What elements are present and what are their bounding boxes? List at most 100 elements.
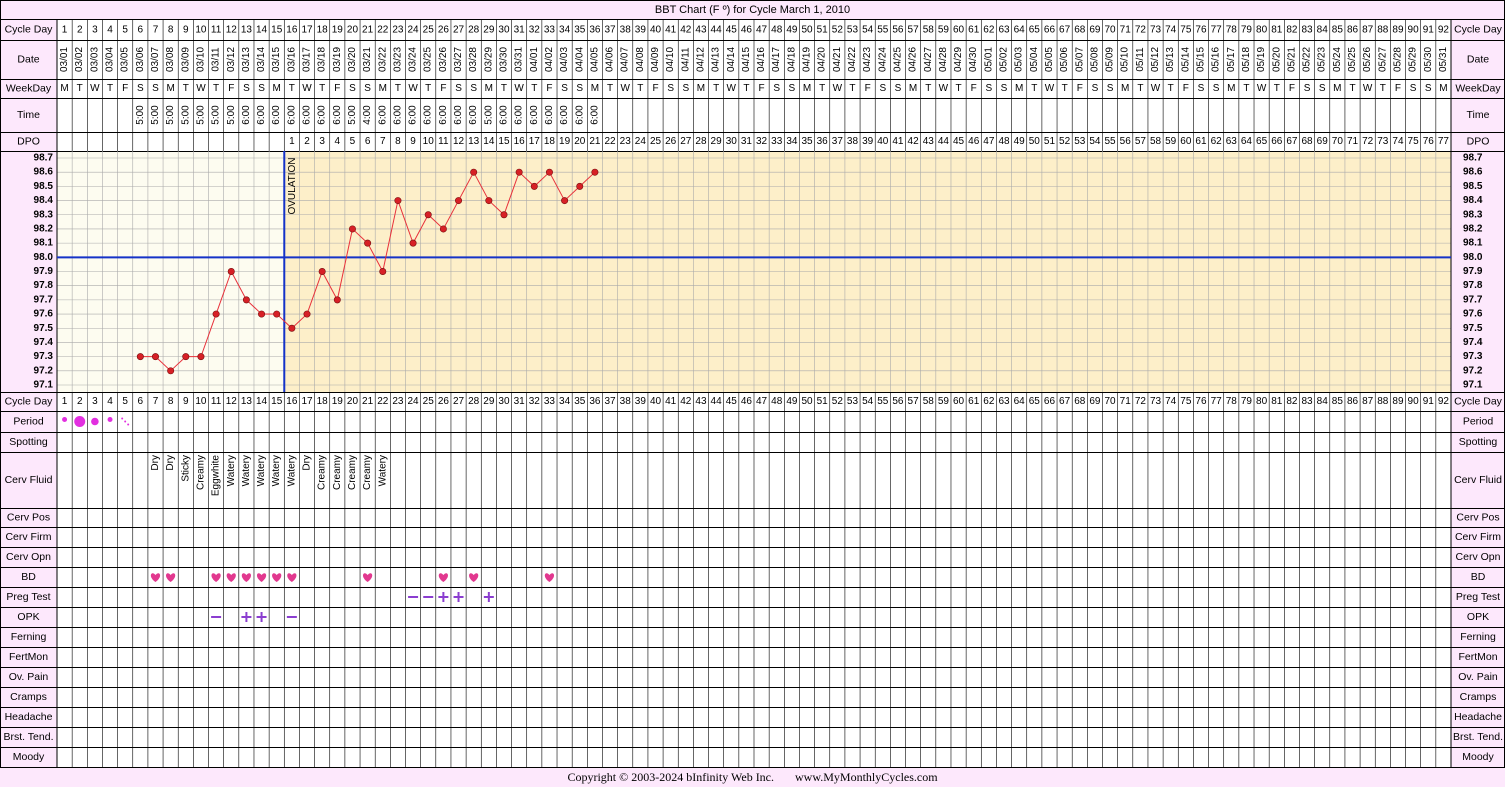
temp-point <box>470 168 478 176</box>
date-label: 03/24 <box>408 47 419 72</box>
weekday-label: W <box>939 83 949 94</box>
weekday-label: F <box>228 83 234 94</box>
cycle-day-number: 61 <box>968 25 980 36</box>
weekday-label: T <box>1168 83 1174 94</box>
time-label: 6:00 <box>544 105 555 125</box>
weekday-label: T <box>1380 83 1386 94</box>
cycle-day-number: 80 <box>1256 25 1268 36</box>
cycle-day-number-bottom: 15 <box>271 396 283 407</box>
weekday-label: T <box>77 83 83 94</box>
date-label: 05/16 <box>1211 47 1222 72</box>
weekday-label: W <box>620 83 630 94</box>
weekday-label: T <box>319 83 325 94</box>
time-label: 4:00 <box>362 105 373 125</box>
date-label: 03/03 <box>89 47 100 72</box>
weekday-label: S <box>1319 83 1326 94</box>
weekday-label: T <box>531 83 537 94</box>
cycle-day-number: 74 <box>1165 25 1177 36</box>
cycle-day-number-bottom: 82 <box>1286 396 1298 407</box>
period-dot <box>107 417 113 422</box>
dpo-label: 73 <box>1377 136 1389 147</box>
time-label: 6:00 <box>498 105 509 125</box>
cycle-day-number: 30 <box>498 25 510 36</box>
cycle-day-number: 14 <box>256 25 268 36</box>
date-label: 03/31 <box>514 47 525 72</box>
weekday-label: W <box>1045 83 1055 94</box>
dpo-label: 4 <box>335 136 341 147</box>
weekday-label: M <box>1121 83 1129 94</box>
y-tick-label-right: 98.1 <box>1463 238 1483 249</box>
weekday-label: T <box>1031 83 1037 94</box>
cycle-day-number: 52 <box>832 25 844 36</box>
dpo-label: 38 <box>847 136 859 147</box>
row-label-right: WeekDay <box>1455 83 1501 95</box>
weekday-label: S <box>986 83 993 94</box>
dpo-label: 39 <box>862 136 874 147</box>
cycle-day-number: 54 <box>862 25 874 36</box>
cycle-day-number: 15 <box>271 25 283 36</box>
weekday-label: F <box>1077 83 1083 94</box>
time-label: 6:00 <box>468 105 479 125</box>
dpo-label: 1 <box>289 136 295 147</box>
cycle-day-number-bottom: 7 <box>153 396 159 407</box>
y-tick-label-right: 97.9 <box>1463 266 1483 277</box>
weekday-label: T <box>1349 83 1355 94</box>
temp-point <box>333 296 341 304</box>
time-label: 5:00 <box>150 105 161 125</box>
cycle-day-number-bottom: 86 <box>1347 396 1359 407</box>
y-tick-label-left: 98.7 <box>34 153 54 164</box>
cycle-day-number: 58 <box>923 25 935 36</box>
cycle-day-number-bottom: 49 <box>786 396 798 407</box>
weekday-label: S <box>455 83 462 94</box>
y-tick-label-left: 98.2 <box>34 223 54 234</box>
date-label: 05/08 <box>1089 47 1100 72</box>
cycle-day-number-bottom: 10 <box>195 396 207 407</box>
time-label: 5:00 <box>180 105 191 125</box>
date-label: 04/25 <box>892 47 903 72</box>
dpo-label: 5 <box>350 136 356 147</box>
temp-point <box>303 310 311 318</box>
weekday-label: S <box>895 83 902 94</box>
row-label-right: Cycle Day <box>1454 24 1503 36</box>
cycle-day-number-bottom: 56 <box>892 396 904 407</box>
temp-point <box>561 197 569 205</box>
cycle-day-number-bottom: 50 <box>801 396 813 407</box>
weekday-label: T <box>1243 83 1249 94</box>
cycle-day-number-bottom: 74 <box>1165 396 1177 407</box>
row-label-left: Cerv Pos <box>7 512 50 524</box>
weekday-label: M <box>1227 83 1235 94</box>
row-label-right: Cerv Opn <box>1456 551 1501 563</box>
cycle-day-number: 34 <box>559 25 571 36</box>
cycle-day-number-bottom: 16 <box>286 396 298 407</box>
temp-point <box>167 367 175 375</box>
period-dot <box>91 417 99 426</box>
time-label: 5:00 <box>195 105 206 125</box>
cycle-day-number-bottom: 90 <box>1408 396 1420 407</box>
time-label: 6:00 <box>377 105 388 125</box>
cycle-day-number: 53 <box>847 25 859 36</box>
cycle-day-number: 43 <box>695 25 707 36</box>
weekday-label: S <box>137 83 144 94</box>
cycle-day-number: 67 <box>1059 25 1071 36</box>
temp-point <box>455 197 463 205</box>
ovulation-label: OVULATION <box>287 157 298 214</box>
dpo-label: 58 <box>1150 136 1162 147</box>
date-label: 05/31 <box>1438 47 1449 72</box>
weekday-label: T <box>637 83 643 94</box>
date-label: 05/17 <box>1226 47 1237 72</box>
weekday-label: S <box>1425 83 1432 94</box>
date-label: 05/22 <box>1302 47 1313 72</box>
weekday-label: W <box>302 83 312 94</box>
cycle-day-number: 76 <box>1195 25 1207 36</box>
y-tick-label-right: 98.0 <box>1463 252 1483 263</box>
time-label: 6:00 <box>256 105 267 125</box>
cycle-day-number: 25 <box>423 25 435 36</box>
cycle-day-number: 8 <box>168 25 174 36</box>
spotting-dot <box>121 417 124 420</box>
site-link[interactable]: www.MyMonthlyCycles.com <box>795 770 938 784</box>
cycle-day-number: 32 <box>529 25 541 36</box>
cycle-day-number: 50 <box>801 25 813 36</box>
weekday-label: S <box>258 83 265 94</box>
dpo-label: 59 <box>1165 136 1177 147</box>
date-label: 03/20 <box>347 47 358 72</box>
